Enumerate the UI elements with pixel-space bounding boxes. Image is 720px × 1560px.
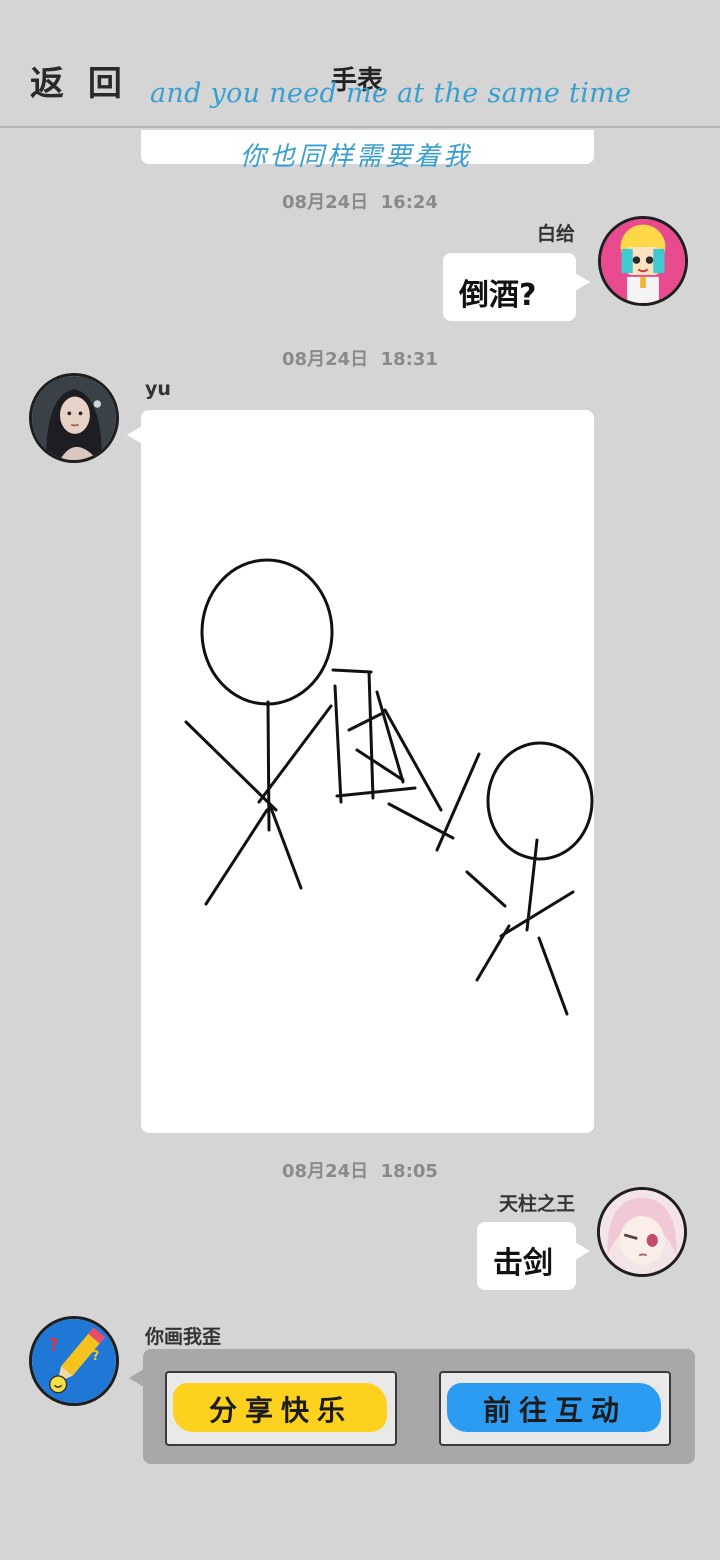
drawing-message-bubble[interactable] <box>127 410 594 1133</box>
timestamp: 08月24日 18:31 <box>282 349 438 370</box>
game-card: 分享快乐 前往互动 <box>129 1349 695 1464</box>
stick-figure-drawing <box>184 558 594 1016</box>
figure-head-right <box>486 741 594 861</box>
figure-head-left <box>200 558 334 706</box>
lyric-english: and you need me at the same time <box>150 78 632 109</box>
share-happiness-button[interactable]: 分享快乐 <box>165 1371 397 1446</box>
go-interact-button[interactable]: 前往互动 <box>439 1371 671 1446</box>
sender-name: 白给 <box>536 223 575 245</box>
pencil-game-icon: ? ? <box>32 1319 116 1403</box>
anime-girl-avatar[interactable] <box>598 216 688 306</box>
button-label: 前往互动 <box>482 1393 627 1427</box>
timestamp: 08月24日 18:05 <box>282 1161 438 1182</box>
anime-girl-icon <box>601 219 685 303</box>
pencil-game-avatar[interactable]: ? ? <box>29 1316 119 1406</box>
back-button[interactable]: 返 回 <box>30 56 128 105</box>
svg-text:?: ? <box>49 1335 59 1355</box>
message-bubble[interactable]: 倒酒? <box>443 253 590 321</box>
lyric-chinese: 你也同样需要着我 <box>240 142 473 172</box>
woman-portrait-icon <box>32 376 116 460</box>
sender-name: 你画我歪 <box>145 1326 222 1348</box>
svg-text:?: ? <box>92 1349 100 1364</box>
pink-hair-anime-icon <box>600 1190 684 1274</box>
timestamp: 08月24日 16:24 <box>282 192 438 213</box>
sender-name: 天柱之王 <box>498 1193 575 1215</box>
sender-name: yu <box>145 378 171 400</box>
woman-portrait-avatar[interactable] <box>29 373 119 463</box>
pink-hair-anime-avatar[interactable] <box>597 1187 687 1277</box>
message-text: 倒酒? <box>459 278 537 313</box>
message-text: 击剑 <box>493 1246 553 1281</box>
message-bubble[interactable]: 击剑 <box>477 1222 590 1290</box>
button-label: 分享快乐 <box>208 1393 353 1427</box>
